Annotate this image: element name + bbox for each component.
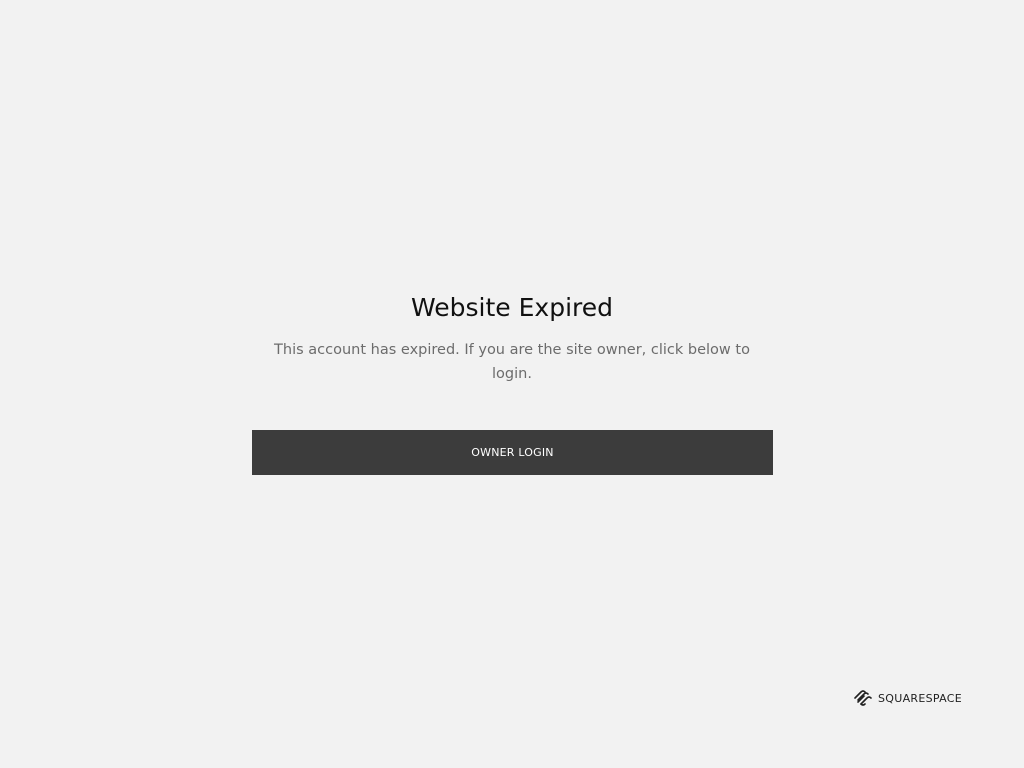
expired-notice: Website Expired This account has expired… bbox=[0, 291, 1024, 386]
owner-login-button[interactable]: OWNER LOGIN bbox=[252, 430, 773, 475]
squarespace-logo-icon bbox=[854, 690, 872, 706]
expired-page: Website Expired This account has expired… bbox=[0, 0, 1024, 768]
page-title: Website Expired bbox=[411, 293, 613, 322]
brand-name: SQUARESPACE bbox=[878, 691, 962, 705]
expired-message: This account has expired. If you are the… bbox=[274, 342, 750, 382]
squarespace-brand-link[interactable]: SQUARESPACE bbox=[853, 689, 962, 707]
